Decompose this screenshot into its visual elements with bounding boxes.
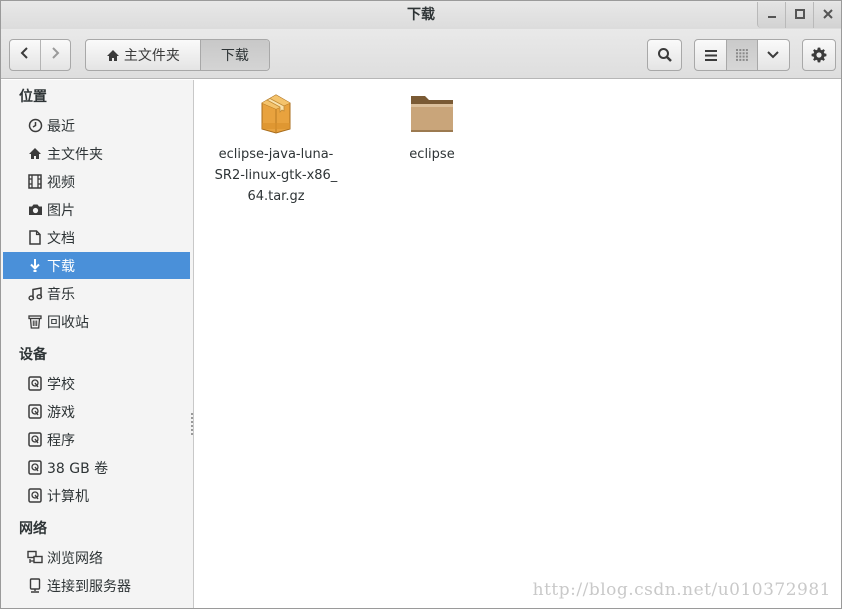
file-manager-window: 下载 主文件夹 下载 位置 最近 主文件夹 视频 图片 文档 下载 音乐 回收站… [0, 0, 842, 609]
path-home-button[interactable]: 主文件夹 [86, 40, 200, 70]
sidebar-item-label: 38 GB 卷 [47, 460, 109, 477]
window-controls [757, 1, 841, 29]
sidebar-item-device-programs[interactable]: 程序 [3, 426, 190, 453]
window-title: 下载 [407, 7, 435, 23]
document-icon [27, 230, 43, 246]
title-bar[interactable]: 下载 [1, 1, 841, 29]
home-icon [27, 146, 43, 162]
sidebar-item-label: 图片 [47, 202, 75, 219]
sidebar-item-browse-network[interactable]: 浏览网络 [3, 544, 190, 571]
grid-view-button[interactable] [726, 40, 758, 70]
sidebar-item-label: 回收站 [47, 314, 89, 331]
view-options-button[interactable] [758, 40, 789, 70]
sidebar-item-downloads[interactable]: 下载 [3, 252, 190, 279]
sidebar-item-trash[interactable]: 回收站 [3, 308, 190, 335]
sidebar-item-music[interactable]: 音乐 [3, 280, 190, 307]
sidebar-item-documents[interactable]: 文档 [3, 224, 190, 251]
server-icon [27, 578, 43, 594]
sidebar-item-device-computer[interactable]: 计算机 [3, 482, 190, 509]
sidebar-item-label: 浏览网络 [47, 550, 103, 567]
folder-icon [409, 92, 455, 134]
chevron-left-icon [20, 47, 30, 63]
back-button[interactable] [10, 40, 40, 70]
watermark: http://blog.csdn.net/u010372981 [532, 580, 831, 600]
grid-icon [735, 49, 748, 61]
sidebar-item-videos[interactable]: 视频 [3, 168, 190, 195]
trash-icon [27, 314, 43, 330]
sidebar-item-label: 程序 [47, 432, 75, 449]
network-icon [27, 550, 43, 566]
navigation-buttons [9, 39, 71, 71]
sidebar-item-label: 视频 [47, 174, 75, 191]
sidebar-item-device-school[interactable]: 学校 [3, 370, 190, 397]
camera-icon [27, 202, 43, 218]
music-icon [27, 286, 43, 302]
sidebar-item-device-volume[interactable]: 38 GB 卷 [3, 454, 190, 481]
maximize-button[interactable] [785, 2, 813, 28]
sidebar-item-label: 连接到服务器 [47, 578, 131, 595]
minimize-icon [767, 8, 777, 23]
minimize-button[interactable] [757, 2, 785, 28]
header-bar: 主文件夹 下载 [1, 29, 841, 79]
sidebar-item-label: 计算机 [47, 488, 89, 505]
drive-icon [27, 432, 43, 448]
list-icon [704, 49, 717, 61]
list-view-button[interactable] [695, 40, 726, 70]
path-current-label: 下载 [220, 48, 249, 64]
sidebar-item-home[interactable]: 主文件夹 [3, 140, 190, 167]
sidebar-section-places: 位置 [19, 89, 47, 105]
path-current-button[interactable]: 下载 [199, 40, 269, 70]
view-controls [694, 39, 790, 71]
drive-icon [27, 376, 43, 392]
sidebar-item-recent[interactable]: 最近 [3, 112, 190, 139]
close-icon [822, 8, 833, 23]
sidebar-item-label: 文档 [47, 230, 75, 247]
sidebar-item-label: 音乐 [47, 286, 75, 303]
file-item-archive[interactable]: eclipse-java-luna- SR2-linux-gtk-x86_ 64… [206, 88, 346, 207]
sidebar-item-connect-server[interactable]: 连接到服务器 [3, 572, 190, 599]
file-name: eclipse [409, 147, 455, 162]
path-home-label: 主文件夹 [123, 48, 180, 64]
sidebar-item-pictures[interactable]: 图片 [3, 196, 190, 223]
sidebar-item-label: 主文件夹 [47, 146, 103, 163]
chevron-down-icon [767, 51, 780, 59]
settings-menu-button[interactable] [802, 39, 836, 71]
search-icon [657, 47, 673, 63]
file-view[interactable]: eclipse-java-luna- SR2-linux-gtk-x86_ 64… [195, 80, 841, 608]
search-button[interactable] [647, 39, 682, 71]
file-item-folder[interactable]: eclipse [362, 88, 502, 165]
sidebar: 位置 最近 主文件夹 视频 图片 文档 下载 音乐 回收站 设备 学校 游戏 程… [1, 80, 194, 608]
sidebar-item-label: 最近 [47, 118, 75, 135]
gear-icon [811, 47, 827, 63]
drive-icon [27, 460, 43, 476]
chevron-right-icon [50, 47, 60, 63]
sidebar-item-label: 学校 [47, 376, 75, 393]
forward-button[interactable] [39, 40, 70, 70]
drive-icon [27, 488, 43, 504]
home-icon [106, 49, 120, 62]
file-name: eclipse-java-luna- SR2-linux-gtk-x86_ 64… [214, 147, 338, 204]
archive-icon [256, 91, 296, 135]
close-button[interactable] [813, 2, 841, 28]
download-icon [27, 258, 43, 274]
path-bar: 主文件夹 下载 [85, 39, 270, 71]
sidebar-section-devices: 设备 [19, 347, 47, 363]
clock-icon [27, 118, 43, 134]
sidebar-resize-handle[interactable] [191, 413, 193, 437]
film-icon [27, 174, 43, 190]
maximize-icon [794, 8, 805, 23]
sidebar-item-label: 游戏 [47, 404, 75, 421]
sidebar-item-label: 下载 [47, 258, 75, 275]
drive-icon [27, 404, 43, 420]
sidebar-section-network: 网络 [19, 521, 47, 537]
sidebar-item-device-games[interactable]: 游戏 [3, 398, 190, 425]
